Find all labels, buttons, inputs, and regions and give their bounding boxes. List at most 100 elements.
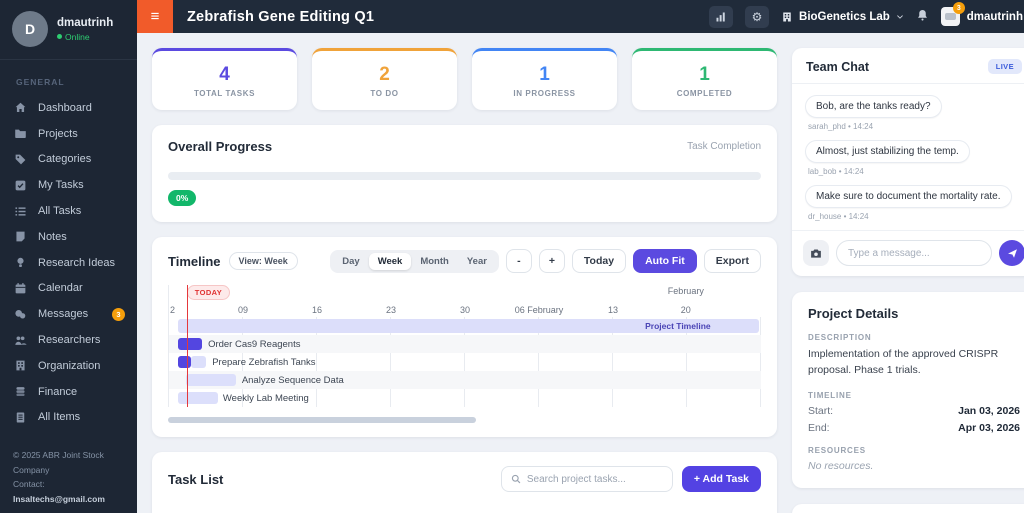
online-dot-icon [57,34,62,39]
users-icon [15,336,27,345]
gantt-bar-project-timeline[interactable]: Project Timeline [178,319,759,333]
view-segmented-control: Day Week Month Year [330,249,499,273]
chat-message-bubble: Make sure to document the mortality rate… [805,185,1012,208]
view-month-button[interactable]: Month [411,253,458,270]
user-avatar: 3 [940,2,965,26]
gantt-bar-prepare-tanks[interactable] [178,356,192,368]
sidebar-username: dmautrinh [57,16,114,29]
sidebar-item-researchers[interactable]: Researchers [0,327,137,353]
stat-cards: 4 TOTAL TASKS 2 TO DO 1 IN PROGRESS 1 CO… [152,48,777,110]
start-date-row: Start: Jan 03, 2026 [808,405,1020,417]
sidebar-item-finance[interactable]: Finance [0,379,137,405]
view-mode-badge: View: Week [228,252,298,270]
notifications-button[interactable] [916,8,929,25]
add-task-button[interactable]: + Add Task [681,466,761,492]
gantt-date-tick: 13 [607,305,619,315]
gantt-date-tick: 20 [680,305,691,315]
team-chat-card: Team Chat LIVE Bob, are the tanks ready?… [792,48,1024,276]
sidebar-item-label: Organization [38,359,101,372]
sidebar-item-research-ideas[interactable]: Research Ideas [0,250,137,276]
send-message-button[interactable] [999,240,1024,266]
gantt-bar-order-cas9[interactable] [178,338,202,350]
sidebar-item-label: Calendar [38,282,83,295]
timeline-title: Timeline [168,253,221,269]
camera-icon [811,249,821,258]
chart-icon [716,12,725,21]
stat-value: 1 [539,63,550,85]
gantt-header: TODAY February 2 09 16 23 30 06 February… [169,285,761,317]
stat-label: TOTAL TASKS [193,88,256,98]
gantt-row-label: Analyze Sequence Data [241,374,344,386]
search-input[interactable] [526,473,663,485]
start-value: Jan 03, 2026 [958,404,1020,417]
view-year-button[interactable]: Year [458,253,496,270]
messages-badge: 3 [112,307,125,321]
stat-label: TO DO [370,88,399,98]
tag-icon [15,154,26,165]
gantt-bar-prepare-tanks-extension[interactable] [191,356,206,368]
hamburger-menu-button[interactable]: ≡ [137,0,173,33]
sidebar-item-dashboard[interactable]: Dashboard [0,95,137,121]
sidebar-item-categories[interactable]: Categories [0,147,137,173]
user-dropdown[interactable]: 3 dmautrinh [940,2,1024,26]
gantt-bar-analyze-data[interactable] [185,374,237,386]
org-name: BioGenetics Lab [799,10,890,23]
chat-message-bubble: Almost, just stabilizing the temp. [805,140,970,163]
lightbulb-icon [17,257,24,268]
view-week-button[interactable]: Week [368,252,412,270]
gantt-horizontal-scrollbar[interactable] [168,417,477,423]
settings-button[interactable]: ⚙ [745,5,770,28]
end-value: Apr 03, 2026 [958,421,1020,434]
sidebar-item-all-tasks[interactable]: All Tasks [0,198,137,224]
avatar-notification-badge: 3 [952,2,965,14]
today-line [186,285,189,407]
attach-photo-button[interactable] [803,240,829,266]
project-details-title: Project Details [808,306,899,321]
sidebar-item-label: Messages [38,308,89,321]
chart-view-button[interactable] [709,5,734,28]
export-button[interactable]: Export [703,249,761,273]
gantt-bar-weekly-meeting[interactable] [178,392,218,404]
chevron-down-icon [896,14,903,19]
stat-card-completed: 1 COMPLETED [632,48,777,110]
home-icon [15,103,26,113]
zoom-out-button[interactable]: - [505,249,532,273]
chat-message-meta: dr_house • 14:24 [808,212,869,221]
sidebar-item-label: All Items [38,411,81,424]
gantt-row-label: Order Cas9 Reagents [208,338,301,350]
sidebar-item-my-tasks[interactable]: My Tasks [0,172,137,198]
send-icon [1007,248,1017,258]
gantt-row-order-cas9: Order Cas9 Reagents [169,335,761,353]
note-icon [16,232,25,242]
description-label: DESCRIPTION [808,333,872,342]
gantt-chart: TODAY February 2 09 16 23 30 06 February… [168,285,761,407]
sidebar-item-notes[interactable]: Notes [0,224,137,250]
view-day-button[interactable]: Day [333,253,368,270]
sidebar-item-label: Research Ideas [38,256,116,269]
gantt-row-label: Weekly Lab Meeting [222,392,309,404]
today-button[interactable]: Today [571,249,627,273]
chat-message-input[interactable] [836,240,992,266]
auto-fit-button[interactable]: Auto Fit [633,249,697,273]
sidebar-item-all-items[interactable]: All Items [0,405,137,431]
gear-icon: ⚙ [751,9,763,24]
team-members-card: Team Members [792,503,1024,513]
sidebar-item-projects[interactable]: Projects [0,121,137,147]
sidebar-item-organization[interactable]: Organization [0,353,137,379]
sidebar-user-profile[interactable]: D dmautrinh Online [0,0,137,60]
stat-label: COMPLETED [676,88,733,98]
gantt-row-weekly-meeting: Weekly Lab Meeting [169,389,761,407]
gantt-date-tick: 09 [237,305,249,315]
gantt-date-tick: 23 [385,305,397,315]
copyright-text: © 2025 ABR Joint Stock Company [13,450,104,475]
sidebar-item-calendar[interactable]: Calendar [0,276,137,302]
org-dropdown[interactable]: BioGenetics Lab [781,11,904,23]
stat-card-in-progress: 1 IN PROGRESS [472,48,617,110]
gantt-row-prepare-tanks: Prepare Zebrafish Tanks [169,353,761,371]
header-username: dmautrinh [966,10,1023,23]
zoom-in-button[interactable]: + [538,249,565,273]
sidebar-item-messages[interactable]: Messages 3 [0,301,137,327]
live-badge: LIVE [987,59,1022,74]
archive-icon [16,412,25,423]
gantt-row-label: Prepare Zebrafish Tanks [212,356,316,368]
